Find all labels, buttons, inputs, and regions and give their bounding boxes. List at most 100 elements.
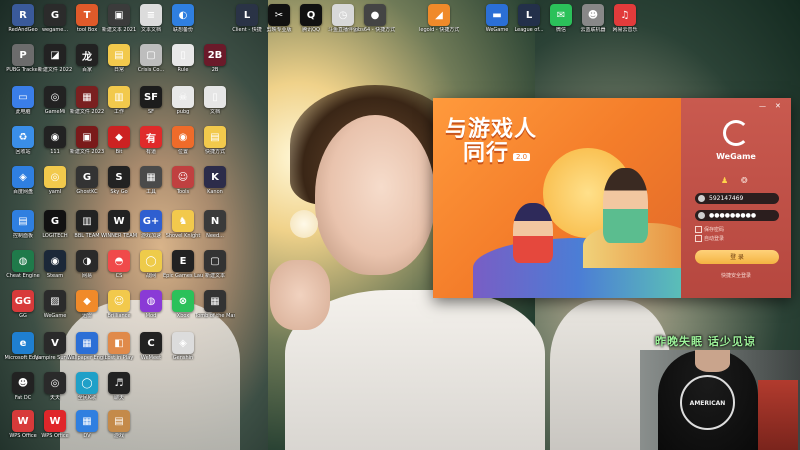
app-icon: C	[140, 332, 162, 354]
app-icon: ◉	[44, 250, 66, 272]
desktop-icon[interactable]: ◢ legoid - 快捷方式	[419, 4, 459, 33]
quick-safe-login-link[interactable]: 快捷安全登录	[681, 272, 791, 279]
app-icon: ▭	[12, 86, 34, 108]
app-icon: L	[236, 4, 258, 26]
app-icon: W	[12, 410, 34, 432]
app-icon: ◓	[108, 250, 130, 272]
app-icon: ▥	[108, 86, 130, 108]
auto-login-checkbox[interactable]: 自动登录	[695, 235, 724, 242]
checkbox-box	[695, 226, 702, 233]
wechat-login-icon[interactable]: ❂	[741, 176, 748, 185]
app-icon: S	[108, 166, 130, 188]
password-input[interactable]: ●●●●●●●●●	[695, 210, 779, 221]
app-icon: G+	[140, 210, 162, 232]
app-icon: ▦	[76, 410, 98, 432]
app-icon: ▣	[108, 4, 130, 26]
app-icon: G	[44, 4, 66, 26]
desktop-icon-label: 2B	[211, 67, 219, 73]
app-icon: ☠	[172, 86, 194, 108]
app-icon: R	[12, 4, 34, 26]
app-icon: ●	[364, 4, 386, 26]
desktop-icon-label: 网易云音乐	[612, 27, 638, 33]
app-icon: ▤	[12, 210, 34, 232]
app-icon: ◯	[140, 250, 162, 272]
desktop-icon[interactable]: ◐ 联想备份	[163, 4, 203, 33]
app-icon: V	[44, 332, 66, 354]
app-icon: ▯	[172, 44, 194, 66]
app-icon: ▦	[140, 166, 162, 188]
desktop-icon[interactable]: ▤ 游戏	[99, 410, 139, 439]
app-icon: ✂	[268, 4, 290, 26]
lock-icon	[698, 212, 705, 219]
password-value: ●●●●●●●●●	[709, 212, 757, 219]
app-icon: ◍	[140, 290, 162, 312]
account-input[interactable]: 592147469	[695, 193, 779, 204]
desktop-icon[interactable]: ♫ 网易云音乐	[605, 4, 645, 33]
app-icon: ◎	[44, 372, 66, 394]
app-icon: ◧	[108, 332, 130, 354]
wallpaper-flower	[290, 210, 318, 238]
desktop-icon[interactable]: ▢ 新建文本	[195, 250, 235, 279]
gaming-chair	[758, 380, 798, 450]
app-icon: K	[204, 166, 226, 188]
app-icon: Q	[300, 4, 322, 26]
app-icon: ◉	[172, 126, 194, 148]
close-button[interactable]: ✕	[775, 102, 781, 110]
app-icon: ◈	[12, 166, 34, 188]
desktop-icon[interactable]: ● obs64 - 快捷方式	[355, 4, 395, 33]
minimize-button[interactable]: —	[759, 102, 766, 110]
desktop-icon[interactable]: ▤ 快捷方式	[195, 126, 235, 155]
desktop-icon-label: Tomb of the Mask	[195, 313, 235, 319]
app-icon: e	[12, 332, 34, 354]
app-icon: ▨	[44, 290, 66, 312]
stream-caption: 昨晚失眠 话少见谅	[655, 335, 756, 348]
app-icon: G	[76, 166, 98, 188]
banner-art-character-boy	[603, 168, 648, 243]
app-icon: ▢	[204, 250, 226, 272]
remember-password-checkbox[interactable]: 保存密码	[695, 226, 724, 233]
desktop-icon[interactable]: K Kanon	[195, 166, 235, 195]
app-icon: L	[518, 4, 540, 26]
desktop-icon[interactable]: ♬ 聊天	[99, 372, 139, 401]
app-icon: W	[108, 210, 130, 232]
desktop-icon[interactable]: ▦ Tomb of the Mask	[195, 290, 235, 319]
desktop-icon-label: 联想备份	[172, 27, 193, 33]
app-icon: ◯	[76, 372, 98, 394]
app-icon: ▥	[76, 210, 98, 232]
app-icon: GG	[12, 290, 34, 312]
wallpaper-hand	[270, 260, 330, 330]
app-icon: ◉	[44, 126, 66, 148]
app-icon: ◑	[76, 250, 98, 272]
wegame-banner: 与游戏人 同行 2.0	[433, 98, 693, 298]
app-icon: ☺	[172, 166, 194, 188]
app-icon: ≡	[140, 4, 162, 26]
desktop-icon[interactable]: ◈ Genshin	[163, 332, 203, 361]
app-icon: 有	[140, 126, 162, 148]
desktop-icon-label: Kanon	[207, 189, 223, 195]
wegame-login-window[interactable]: 与游戏人 同行 2.0 — ✕ WeGame ♟ ❂ 592147469 ●●●…	[433, 98, 791, 298]
app-icon: ⊗	[172, 290, 194, 312]
app-icon: ▣	[76, 126, 98, 148]
desktop-icon[interactable]: 2B 2B	[195, 44, 235, 73]
desktop-icon-label: legoid - 快捷方式	[419, 27, 459, 33]
qq-login-icon[interactable]: ♟	[721, 176, 728, 185]
app-icon: G	[44, 210, 66, 232]
app-icon: ✉	[550, 4, 572, 26]
desktop-icon-label: 游戏	[113, 433, 124, 439]
wegame-brand: WeGame	[716, 152, 756, 161]
app-icon: ◍	[12, 250, 34, 272]
login-button[interactable]: 登 录	[695, 250, 779, 264]
app-icon: W	[44, 410, 66, 432]
desktop-icon-label: obs64 - 快捷方式	[355, 27, 395, 33]
wegame-login-panel: — ✕ WeGame ♟ ❂ 592147469 ●●●●●●●●● 保存密码 …	[681, 98, 791, 298]
app-icon: N	[204, 210, 226, 232]
app-icon: T	[76, 4, 98, 26]
webcam-overlay: AMERICAN	[640, 350, 800, 450]
auto-login-label: 自动登录	[704, 236, 725, 242]
desktop-icon[interactable]: ▯ 文档	[195, 86, 235, 115]
app-icon: E	[172, 250, 194, 272]
app-icon: 龙	[76, 44, 98, 66]
app-icon: ◷	[332, 4, 354, 26]
desktop-icon-label: 新建文本	[204, 273, 225, 279]
desktop-icon[interactable]: N Need...	[195, 210, 235, 239]
